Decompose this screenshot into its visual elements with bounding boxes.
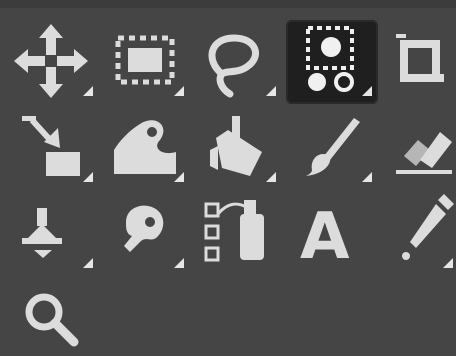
toolbox-grid: A [14,24,454,347]
color-picker-icon[interactable] [402,194,454,260]
smudge-icon[interactable] [124,205,164,252]
select-by-color-group-indicator [362,86,372,96]
bucket-fill-icon[interactable] [210,116,262,176]
crop-icon[interactable] [396,34,444,82]
paintbrush-icon[interactable] [306,118,360,176]
clone-group-indicator [83,258,93,268]
smudge-group-indicator [174,258,184,268]
paintbrush-group-indicator [362,172,372,182]
clone-stamp-icon[interactable] [22,208,62,258]
rectangle-select-icon[interactable] [115,35,175,85]
rectangle-select-group-indicator [174,86,184,96]
zoom-icon[interactable] [25,293,79,347]
lasso-icon[interactable] [208,34,259,98]
bucket-fill-group-indicator [266,172,276,182]
text-icon[interactable]: A [300,200,350,274]
lasso-group-indicator [266,86,276,96]
color-picker-group-indicator [443,258,453,268]
paths-icon[interactable] [204,200,264,262]
move-icon[interactable] [14,24,88,98]
move-group-indicator [83,86,93,96]
select-by-color-icon[interactable] [306,26,354,92]
transform-group-indicator [83,172,93,182]
eraser-icon[interactable] [396,132,452,174]
transform-icon[interactable] [22,116,80,176]
warp-icon[interactable] [114,120,176,174]
